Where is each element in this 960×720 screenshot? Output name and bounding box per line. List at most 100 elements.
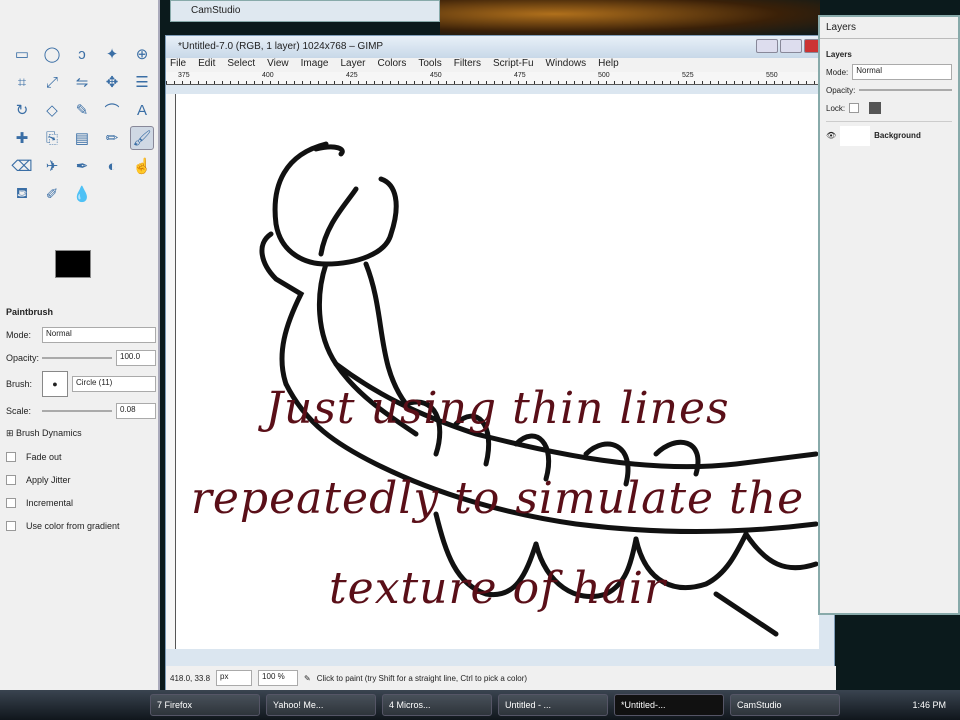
move-tool-icon[interactable]: ✥ — [100, 70, 124, 94]
lock-alpha-icon[interactable] — [869, 102, 882, 114]
blend-tool-icon[interactable]: ▤ — [70, 126, 94, 150]
layer-mode-label: Mode: — [826, 67, 849, 77]
eye-icon[interactable]: 👁 — [826, 131, 836, 140]
menu-help[interactable]: Help — [598, 58, 619, 72]
lock-label: Lock: — [826, 103, 846, 113]
layers-dock-title: Layers — [820, 17, 958, 39]
image-window-titlebar[interactable]: *Untitled-7.0 (RGB, 1 layer) 1024x768 – … — [166, 36, 834, 58]
brush-label: Brush: — [6, 379, 33, 389]
tool-options: Paintbrush Mode: Normal Opacity: 100.0 Bru… — [6, 300, 156, 537]
foreground-color[interactable] — [55, 250, 91, 278]
layer-thumbnail — [840, 125, 871, 146]
scale-input[interactable]: 0.08 — [116, 402, 156, 419]
gradient-color-checkbox[interactable] — [6, 520, 16, 531]
taskbar-item[interactable]: Yahoo! Me... — [266, 694, 376, 716]
desktop-wallpaper — [440, 0, 820, 35]
menu-image[interactable]: Image — [301, 58, 329, 72]
layer-name: Background — [874, 131, 921, 140]
scale-slider[interactable] — [42, 409, 112, 412]
caption-line-3: texture of hair — [328, 563, 667, 614]
eraser-tool-icon[interactable]: ⌫ — [10, 154, 34, 178]
heal-tool-icon[interactable]: ✚ — [10, 126, 34, 150]
brush-dynamics-expander[interactable]: ⊞ Brush Dynamics — [6, 428, 82, 439]
layers-dock: Layers Layers Mode: Normal Opacity: Lock:… — [818, 15, 960, 615]
menu-layer[interactable]: Layer — [340, 58, 365, 72]
color-picker-tool-icon[interactable]: ✎ — [70, 98, 94, 122]
mode-label: Mode: — [6, 329, 32, 340]
dodge-tool-icon[interactable]: ◐ — [100, 154, 124, 178]
menu-windows[interactable]: Windows — [546, 58, 587, 72]
menu-colors[interactable]: Colors — [377, 58, 406, 72]
measure-tool-icon[interactable]: ⌒ — [100, 98, 124, 122]
pencil-tool-icon[interactable]: ✏ — [100, 126, 124, 150]
rect-select-tool-icon[interactable]: ▭ — [10, 42, 34, 66]
layer-row[interactable]: 👁 Background — [826, 121, 952, 149]
unit-select[interactable]: px — [216, 670, 253, 686]
layer-opacity-slider[interactable] — [859, 89, 952, 91]
taskbar-item[interactable]: 7 Firefox — [150, 694, 260, 716]
mode-select[interactable]: Normal — [42, 326, 156, 343]
brush-preview[interactable]: ● — [42, 371, 68, 397]
fuzzy-select-tool-icon[interactable]: ✦ — [100, 42, 124, 66]
incremental-checkbox[interactable] — [6, 497, 16, 508]
bucket-tool-icon[interactable]: ⛾ — [10, 182, 34, 206]
zoom-tool-icon[interactable]: ⊕ — [130, 42, 154, 66]
opacity-input[interactable]: 100.0 — [116, 349, 156, 366]
menu-tools[interactable]: Tools — [418, 58, 441, 72]
menu-view[interactable]: View — [267, 58, 289, 72]
taskbar-item[interactable]: 4 Micros... — [382, 694, 492, 716]
scale-tool-icon[interactable]: ⤢ — [40, 70, 64, 94]
menu-bar: File Edit Select View Image Layer Colors Tools F… — [166, 58, 834, 72]
status-message: Click to paint (try Shift for a straight… — [316, 673, 528, 683]
lock-pixels-checkbox[interactable] — [849, 103, 860, 113]
taskbar: 7 Firefox Yahoo! Me... 4 Micros... Untitled… — [0, 690, 960, 720]
align-tool-icon[interactable]: ☰ — [130, 70, 154, 94]
taskbar-item[interactable]: *Untitled-... — [614, 694, 724, 716]
zoom-select[interactable]: 100 % — [258, 670, 299, 686]
apply-jitter-checkbox[interactable] — [6, 474, 16, 485]
ink-tool-icon[interactable]: ✒ — [70, 154, 94, 178]
ruler-label: 375 — [178, 72, 190, 79]
minimize-button[interactable] — [756, 39, 778, 53]
paintbrush-tool-icon[interactable]: 🖌 — [130, 126, 154, 150]
caption-line-2: repeatedly to simulate the — [190, 473, 805, 524]
menu-edit[interactable]: Edit — [198, 58, 215, 72]
rotate-tool-icon[interactable]: ↻ — [10, 98, 34, 122]
apply-jitter-label: Apply Jitter — [26, 474, 71, 485]
window-title: *Untitled-7.0 (RGB, 1 layer) 1024x768 – … — [178, 41, 384, 52]
layers-tab[interactable]: Layers — [826, 50, 852, 59]
free-select-tool-icon[interactable]: ↄ — [70, 42, 94, 66]
clock: 1:46 PM — [912, 700, 946, 710]
menu-file[interactable]: File — [170, 58, 186, 72]
layer-mode-select[interactable]: Normal — [852, 64, 952, 80]
fade-out-checkbox[interactable] — [6, 451, 16, 462]
opacity-label: Opacity: — [6, 352, 40, 363]
status-bar: 418.0, 33.8 px 100 % ✎ Click to paint (t… — [166, 666, 836, 690]
color-swatches[interactable] — [55, 250, 105, 290]
smudge-tool-icon[interactable]: ☝ — [130, 154, 154, 178]
perspective-tool-icon[interactable]: ◇ — [40, 98, 64, 122]
menu-script-fu[interactable]: Script-Fu — [493, 58, 534, 72]
brush-name[interactable]: Circle (11) — [72, 376, 156, 392]
opacity-slider[interactable] — [42, 356, 112, 359]
clone-tool-icon[interactable]: ⎘ — [40, 126, 64, 150]
menu-filters[interactable]: Filters — [454, 58, 481, 72]
ruler-label: 550 — [766, 72, 778, 79]
incremental-label: Incremental — [26, 497, 74, 508]
taskbar-item[interactable]: Untitled - ... — [498, 694, 608, 716]
flip-tool-icon[interactable]: ⇋ — [70, 70, 94, 94]
layer-opacity-label: Opacity: — [826, 85, 856, 95]
brush-dynamics-label: Brush Dynamics — [16, 428, 82, 438]
menu-select[interactable]: Select — [227, 58, 255, 72]
camstudio-window[interactable]: CamStudio — [170, 0, 440, 22]
ellipse-select-tool-icon[interactable]: ◯ — [40, 42, 64, 66]
airbrush-tool-icon[interactable]: ✈ — [40, 154, 64, 178]
image-canvas[interactable]: Just using thin lines repeatedly to simu… — [176, 94, 819, 649]
crop-tool-icon[interactable]: ⌗ — [10, 70, 34, 94]
maximize-button[interactable] — [780, 39, 802, 53]
tool-grid: ▭ ◯ ↄ ✦ ⊕ ⌗ ⤢ ⇋ ✥ ☰ ↻ ◇ ✎ ⌒ A ✚ ⎘ ▤ ✏ 🖌 ⌫ ✈ ✒ ◐ ☝ ⛾ ✐ 💧 — [0, 0, 158, 206]
path-tool-icon[interactable]: ✐ — [40, 182, 64, 206]
text-tool-icon[interactable]: A — [130, 98, 154, 122]
blur-tool-icon[interactable]: 💧 — [70, 182, 94, 206]
taskbar-item[interactable]: CamStudio — [730, 694, 840, 716]
